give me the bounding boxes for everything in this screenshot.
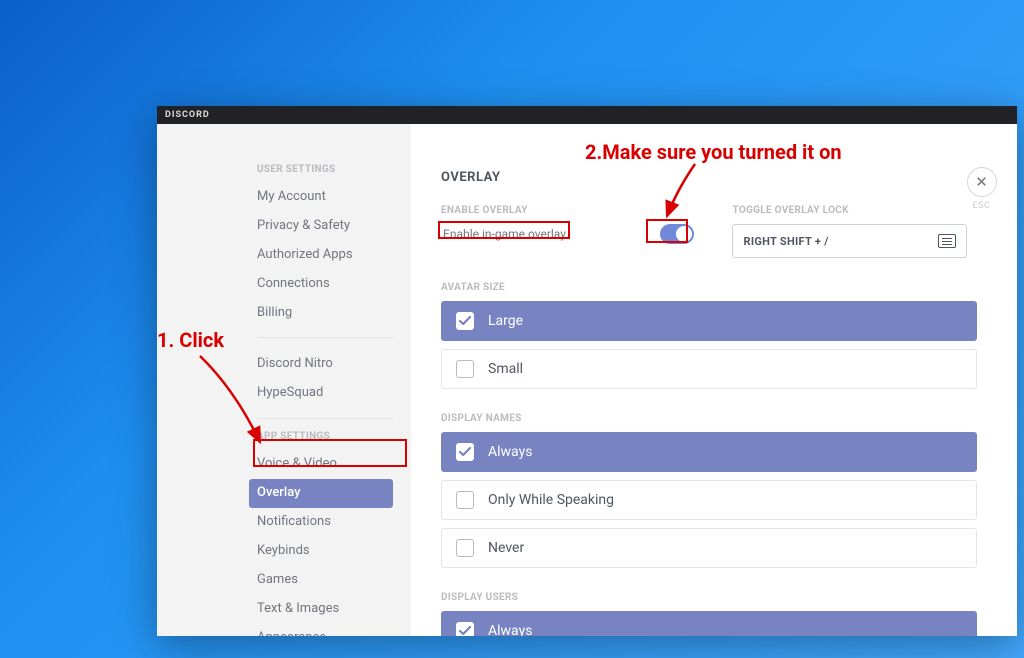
- checkbox-icon: [456, 312, 474, 330]
- close-area: ✕ ESC: [963, 167, 1000, 211]
- option-label: Small: [488, 361, 523, 377]
- settings-window: DISCORD USER SETTINGS My AccountPrivacy …: [157, 106, 1017, 636]
- sidebar-item-discord-nitro[interactable]: Discord Nitro: [249, 350, 393, 379]
- display-users-option-always[interactable]: Always: [441, 611, 977, 636]
- checkbox-icon: [456, 443, 474, 461]
- option-label: Always: [488, 623, 532, 636]
- app-body: USER SETTINGS My AccountPrivacy & Safety…: [157, 124, 1017, 636]
- display-names-option-always[interactable]: Always: [441, 432, 977, 472]
- close-label: ESC: [973, 201, 991, 211]
- avatar-size-header: AVATAR SIZE: [441, 282, 977, 293]
- checkbox-icon: [456, 360, 474, 378]
- checkbox-icon: [456, 539, 474, 557]
- sidebar-item-privacy-safety[interactable]: Privacy & Safety: [249, 212, 393, 241]
- checkbox-icon: [456, 491, 474, 509]
- annotation-step2: 2.Make sure you turned it on: [585, 140, 842, 164]
- sidebar-header-app: APP SETTINGS: [257, 431, 393, 442]
- close-button[interactable]: ✕: [967, 167, 997, 197]
- sidebar-divider: [257, 418, 393, 419]
- sidebar-item-appearance[interactable]: Appearance: [249, 624, 393, 636]
- option-label: Always: [488, 444, 532, 460]
- keyboard-icon: [938, 234, 956, 248]
- sidebar-item-keybinds[interactable]: Keybinds: [249, 537, 393, 566]
- display-names-header: DISPLAY NAMES: [441, 413, 977, 424]
- app-brand: DISCORD: [165, 110, 210, 120]
- close-icon: ✕: [975, 173, 988, 191]
- sidebar-item-authorized-apps[interactable]: Authorized Apps: [249, 241, 393, 270]
- settings-content: OVERLAY ENABLE OVERLAY Enable in-game ov…: [411, 124, 1017, 636]
- option-label: Never: [488, 540, 524, 556]
- option-label: Only While Speaking: [488, 492, 614, 508]
- page-title: OVERLAY: [441, 170, 977, 185]
- sidebar-item-my-account[interactable]: My Account: [249, 183, 393, 212]
- sidebar-item-text-images[interactable]: Text & Images: [249, 595, 393, 624]
- sidebar-item-hypesquad[interactable]: HypeSquad: [249, 379, 393, 408]
- option-label: Large: [488, 313, 523, 329]
- overlay-lock-keybind[interactable]: RIGHT SHIFT + /: [732, 224, 967, 258]
- avatar-size-option-small[interactable]: Small: [441, 349, 977, 389]
- sidebar-item-notifications[interactable]: Notifications: [249, 508, 393, 537]
- enable-overlay-toggle[interactable]: [660, 224, 694, 244]
- sidebar-divider: [257, 337, 393, 338]
- enable-overlay-header: ENABLE OVERLAY: [441, 205, 694, 216]
- annotation-step1: 1. Click: [157, 328, 224, 352]
- display-users-header: DISPLAY USERS: [441, 592, 977, 603]
- titlebar: DISCORD: [157, 106, 1017, 124]
- toggle-lock-header: TOGGLE OVERLAY LOCK: [732, 205, 967, 216]
- display-names-option-never[interactable]: Never: [441, 528, 977, 568]
- sidebar-item-games[interactable]: Games: [249, 566, 393, 595]
- sidebar-header-user: USER SETTINGS: [257, 164, 393, 175]
- enable-overlay-label: Enable in-game overlay.: [441, 227, 570, 241]
- sidebar-item-overlay[interactable]: Overlay: [249, 479, 393, 508]
- sidebar-item-connections[interactable]: Connections: [249, 270, 393, 299]
- sidebar-item-billing[interactable]: Billing: [249, 299, 393, 328]
- display-names-option-only-while-speaking[interactable]: Only While Speaking: [441, 480, 977, 520]
- keybind-value: RIGHT SHIFT + /: [743, 235, 828, 248]
- settings-sidebar: USER SETTINGS My AccountPrivacy & Safety…: [157, 124, 411, 636]
- avatar-size-option-large[interactable]: Large: [441, 301, 977, 341]
- checkbox-icon: [456, 622, 474, 636]
- sidebar-item-voice-video[interactable]: Voice & Video: [249, 450, 393, 479]
